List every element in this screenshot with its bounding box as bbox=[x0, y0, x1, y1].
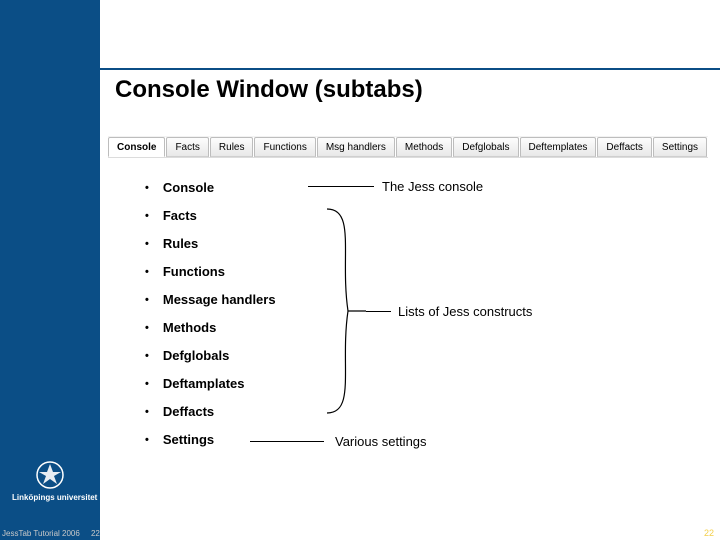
annotation-console: The Jess console bbox=[382, 179, 483, 194]
subtab-facts[interactable]: Facts bbox=[166, 137, 208, 157]
subtab-methods[interactable]: Methods bbox=[396, 137, 452, 157]
subtab-console[interactable]: Console bbox=[108, 137, 165, 157]
footer-right: 22 bbox=[704, 528, 714, 538]
bullet-icon: • bbox=[145, 351, 149, 362]
subtab-msg-handlers[interactable]: Msg handlers bbox=[317, 137, 395, 157]
item-label: Rules bbox=[163, 236, 198, 251]
brace-icon bbox=[326, 207, 368, 415]
connector-line bbox=[308, 186, 374, 188]
annotation-group: Lists of Jess constructs bbox=[398, 304, 532, 319]
bullet-icon: • bbox=[145, 239, 149, 250]
item-label: Deftamplates bbox=[163, 376, 245, 391]
footer-left: JessTab Tutorial 2006 22 bbox=[2, 529, 100, 538]
left-rail bbox=[0, 0, 100, 540]
subtab-rules[interactable]: Rules bbox=[210, 137, 254, 157]
subtab-deffacts[interactable]: Deffacts bbox=[597, 137, 652, 157]
subtab-settings[interactable]: Settings bbox=[653, 137, 707, 157]
slide-title: Console Window (subtabs) bbox=[115, 76, 423, 104]
item-label: Defglobals bbox=[163, 348, 229, 363]
list-item: • Console bbox=[145, 180, 365, 208]
item-label: Console bbox=[163, 180, 214, 195]
brand-text: Linköpings universitet bbox=[12, 493, 88, 502]
bullet-icon: • bbox=[145, 323, 149, 334]
footer-slide-number: 22 bbox=[91, 529, 100, 538]
subtab-functions[interactable]: Functions bbox=[254, 137, 315, 157]
bullet-icon: • bbox=[145, 183, 149, 194]
connector-line bbox=[366, 311, 391, 312]
bullet-icon: • bbox=[145, 435, 149, 446]
bullet-icon: • bbox=[145, 211, 149, 222]
item-label: Methods bbox=[163, 320, 216, 335]
bullet-icon: • bbox=[145, 295, 149, 306]
connector-line bbox=[250, 441, 324, 443]
annotation-settings: Various settings bbox=[335, 434, 427, 449]
item-label: Settings bbox=[163, 432, 214, 447]
item-label: Functions bbox=[163, 264, 225, 279]
list-item: • Settings bbox=[145, 432, 365, 460]
item-label: Message handlers bbox=[163, 292, 276, 307]
subtab-strip: Console Facts Rules Functions Msg handle… bbox=[108, 136, 708, 158]
bullet-icon: • bbox=[145, 379, 149, 390]
subtab-deftemplates[interactable]: Deftemplates bbox=[520, 137, 597, 157]
seal-icon bbox=[35, 460, 65, 490]
bullet-icon: • bbox=[145, 407, 149, 418]
top-rule bbox=[100, 68, 720, 70]
footer-title: JessTab Tutorial 2006 bbox=[2, 529, 80, 538]
item-label: Facts bbox=[163, 208, 197, 223]
bullet-icon: • bbox=[145, 267, 149, 278]
item-label: Deffacts bbox=[163, 404, 214, 419]
university-logo: Linköpings universitet bbox=[12, 460, 88, 502]
subtab-defglobals[interactable]: Defglobals bbox=[453, 137, 518, 157]
